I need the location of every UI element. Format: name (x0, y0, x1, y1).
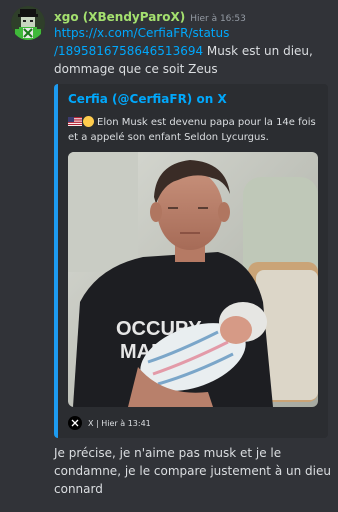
us-flag-icon (68, 117, 82, 126)
timestamp: Hier à 16:53 (190, 14, 246, 24)
embed-photo[interactable]: OCCUPY MARS (68, 152, 318, 407)
user-avatar[interactable] (11, 6, 45, 40)
photo-man-holding-baby: OCCUPY MARS (68, 152, 318, 407)
avatar-pixel-art (11, 6, 45, 40)
embed-author[interactable]: Cerfia (@CerfiaFR) on X (68, 92, 227, 106)
status-link[interactable]: https://x.com/CerfiaFR/status (54, 26, 229, 40)
message-text: Musk est un dieu, (203, 44, 313, 58)
link-embed: Cerfia (@CerfiaFR) on X Elon Musk est de… (54, 84, 328, 438)
status-link-continued[interactable]: /1895816758646513694 (54, 44, 203, 58)
message-text-line: Je précise, je n'aime pas musk et je le (54, 446, 282, 460)
embed-description-line: et a appelé son enfant Seldon Lycurgus. (68, 132, 269, 143)
message-text-line: connard (54, 482, 103, 496)
x-logo-icon (68, 416, 82, 430)
chat-message: xgo (XBendyParoX) Hier à 16:53 https://x.… (0, 0, 338, 512)
baby-emoji-icon (83, 116, 94, 127)
message-text-line: dommage que ce soit Zeus (54, 62, 218, 76)
message-text-line: https://x.com/CerfiaFR/status (54, 24, 229, 42)
embed-description-line: Elon Musk est devenu papa pour la 14e fo… (68, 115, 316, 130)
embed-footer: X | Hier à 13:41 (68, 415, 151, 431)
message-text-line: condamne, je le compare justement à un d… (54, 464, 331, 478)
message-text-line: /1895816758646513694 Musk est un dieu, (54, 42, 313, 60)
embed-footer-text: X | Hier à 13:41 (88, 418, 151, 428)
embed-description-text: Elon Musk est devenu papa pour la 14e fo… (97, 117, 316, 128)
username[interactable]: xgo (XBendyParoX) (54, 10, 185, 24)
